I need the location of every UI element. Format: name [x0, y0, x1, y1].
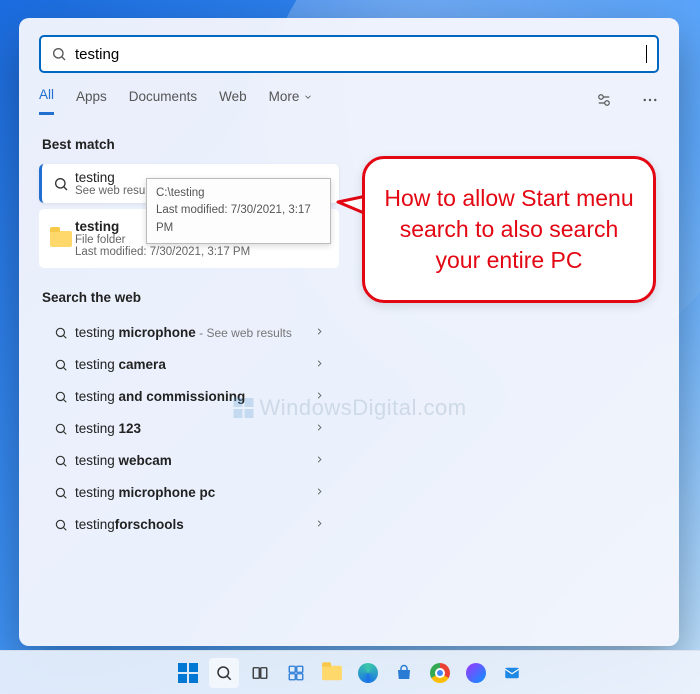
web-result[interactable]: testing webcam	[39, 445, 339, 477]
tooltip-path: C:\testing	[156, 185, 321, 202]
best-match-header: Best match	[42, 137, 659, 152]
search-box[interactable]	[39, 35, 659, 73]
search-icon	[47, 358, 75, 372]
web-result[interactable]: testing camera	[39, 349, 339, 381]
search-icon	[47, 518, 75, 532]
mail-button[interactable]	[497, 658, 527, 688]
search-icon	[47, 390, 75, 404]
web-result[interactable]: testing microphone - See web results	[39, 317, 339, 349]
messenger-button[interactable]	[461, 658, 491, 688]
chevron-right-icon[interactable]	[308, 420, 331, 438]
search-icon	[47, 326, 75, 340]
widgets-button[interactable]	[281, 658, 311, 688]
web-result[interactable]: testing 123	[39, 413, 339, 445]
taskbar	[0, 650, 700, 694]
annotation-callout: How to allow Start menu search to also s…	[362, 156, 656, 303]
start-search-panel: All Apps Documents Web More Best match t…	[19, 18, 679, 646]
tab-documents[interactable]: Documents	[129, 89, 197, 114]
chevron-right-icon[interactable]	[308, 452, 331, 470]
tab-apps[interactable]: Apps	[76, 89, 107, 114]
search-tabs: All Apps Documents Web More	[39, 87, 659, 115]
web-result[interactable]: testing microphone pc	[39, 477, 339, 509]
chevron-right-icon[interactable]	[308, 388, 331, 406]
folder-tooltip: C:\testing Last modified: 7/30/2021, 3:1…	[146, 178, 331, 244]
file-explorer-button[interactable]	[317, 658, 347, 688]
web-result[interactable]: testing and commissioning	[39, 381, 339, 413]
store-button[interactable]	[389, 658, 419, 688]
web-result[interactable]: testingforschools	[39, 509, 339, 541]
result-modified: Last modified: 7/30/2021, 3:17 PM	[75, 246, 307, 258]
chevron-right-icon[interactable]	[308, 324, 331, 342]
edge-button[interactable]	[353, 658, 383, 688]
more-options-icon[interactable]	[641, 91, 659, 112]
search-icon	[47, 176, 75, 192]
start-button[interactable]	[173, 658, 203, 688]
search-icon	[51, 46, 67, 62]
tab-more[interactable]: More	[269, 89, 314, 114]
chevron-right-icon[interactable]	[308, 516, 331, 534]
chevron-right-icon[interactable]	[308, 484, 331, 502]
text-caret	[646, 45, 647, 63]
web-results-list: testing microphone - See web results tes…	[39, 317, 339, 541]
search-input[interactable]	[67, 46, 646, 63]
tab-web[interactable]: Web	[219, 89, 247, 114]
chevron-right-icon[interactable]	[308, 356, 331, 374]
taskbar-search-button[interactable]	[209, 658, 239, 688]
tab-all[interactable]: All	[39, 87, 54, 115]
settings-icon[interactable]	[595, 91, 613, 112]
search-icon	[47, 486, 75, 500]
search-icon	[47, 422, 75, 436]
chrome-button[interactable]	[425, 658, 455, 688]
folder-icon	[47, 231, 75, 247]
task-view-button[interactable]	[245, 658, 275, 688]
search-icon	[47, 454, 75, 468]
tooltip-modified: Last modified: 7/30/2021, 3:17 PM	[156, 202, 321, 237]
